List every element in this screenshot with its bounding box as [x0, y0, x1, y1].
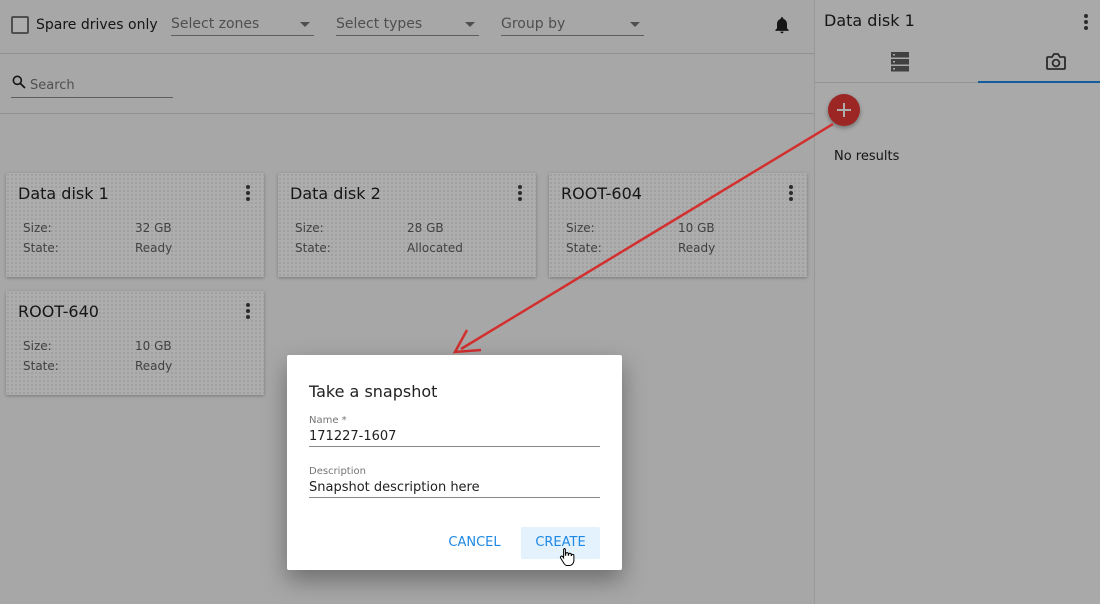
name-field-label: Name *	[309, 415, 347, 426]
name-field-value: 171227-1607	[309, 429, 397, 444]
hand-cursor-icon	[559, 548, 575, 566]
snapshot-description-field[interactable]: Description Snapshot description here	[309, 466, 600, 498]
snapshot-dialog: Take a snapshot Name * 171227-1607 Descr…	[287, 355, 622, 570]
dialog-title: Take a snapshot	[309, 382, 438, 401]
cancel-button[interactable]: CANCEL	[442, 527, 507, 559]
snapshot-name-field[interactable]: Name * 171227-1607	[309, 415, 600, 447]
description-field-value: Snapshot description here	[309, 480, 480, 495]
description-field-label: Description	[309, 466, 366, 477]
